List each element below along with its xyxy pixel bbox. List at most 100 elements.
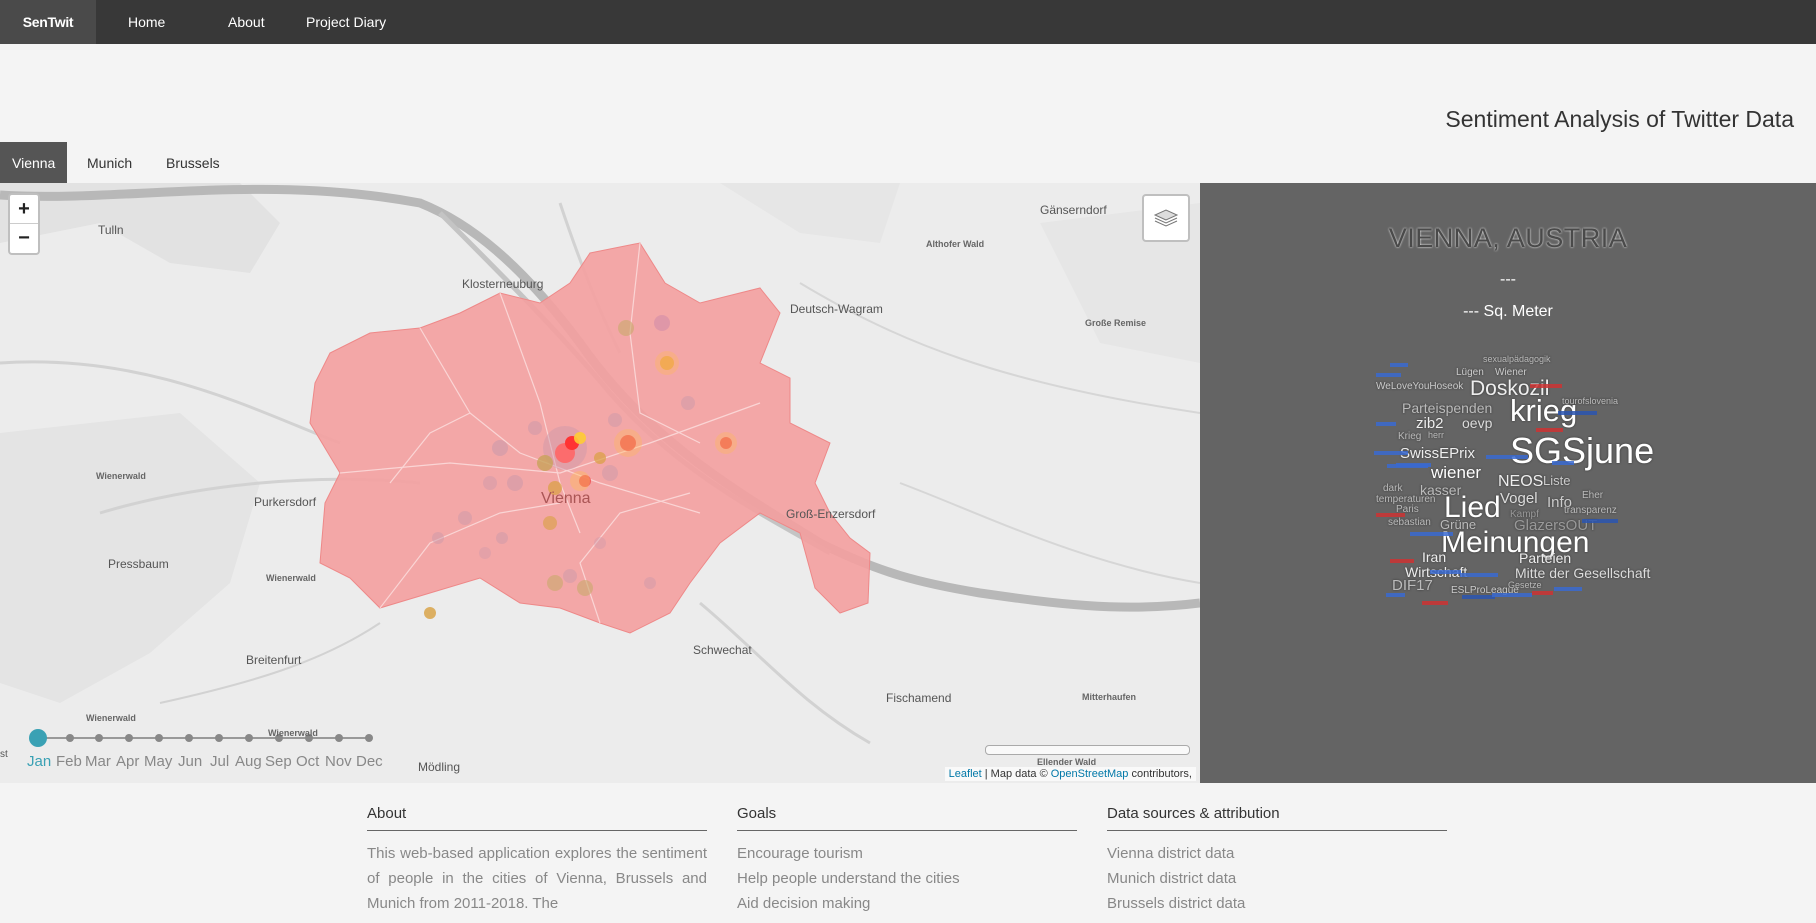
month-aug[interactable]: Aug [235,753,262,770]
word-cloud-filler [1530,384,1562,388]
word-cloud-word: Vogel [1500,490,1538,507]
month-feb[interactable]: Feb [56,753,82,770]
scale-bar [985,745,1190,755]
word-cloud-filler [1460,573,1498,577]
map[interactable]: Tulln Gänserndorf Althofer Wald Klostern… [0,183,1200,783]
word-cloud-word: Liste [1543,473,1571,488]
place-label: Wienerwald [268,728,318,738]
word-cloud-word: DIF17 [1392,577,1433,594]
word-cloud-word: Mitte der Gesellschaft [1515,565,1651,581]
data-source-link[interactable]: Brussels district data [1107,895,1447,912]
word-cloud-filler [1386,593,1405,597]
month-apr[interactable]: Apr [116,753,139,770]
word-cloud-filler [1552,461,1574,465]
month-may[interactable]: May [144,753,172,770]
word-cloud-filler [1396,463,1431,467]
word-cloud-filler [1558,411,1597,415]
osm-link[interactable]: OpenStreetMap [1051,768,1129,780]
word-cloud-filler [1536,428,1563,432]
word-cloud-word: tourofslovenia [1562,396,1619,406]
word-cloud-word: SwissEPrix [1400,445,1476,462]
place-label: Wienerwald [86,713,136,723]
word-cloud-word: transparenz [1564,505,1617,516]
word-cloud-filler [1422,601,1448,605]
word-cloud-word: Krieg [1398,431,1422,442]
word-cloud-word: sexualpädagogik [1483,354,1551,364]
place-label-vienna: Vienna [541,490,591,507]
month-jan[interactable]: Jan [27,753,51,770]
vienna-districts-overlay [309,242,871,634]
word-cloud-word: WeLoveYouHoseok [1376,381,1464,392]
footer-goal-item: Encourage tourism [737,845,863,862]
word-cloud-word: herr [1428,430,1445,440]
word-cloud-filler [1532,591,1553,595]
place-label: Ellender Wald [1037,757,1097,767]
tab-vienna[interactable]: Vienna [0,142,68,183]
word-cloud-word: Parteispenden [1402,400,1493,416]
footer-data-sources: Data sources & attribution Vienna distri… [1107,805,1447,912]
place-label: Schwechat [693,643,752,657]
navbar: SenTwit Home About Project Diary [0,0,1816,44]
place-label: Deutsch-Wagram [790,302,883,316]
zoom-out-button[interactable]: − [10,224,38,253]
map-base-layer [0,183,1200,747]
word-cloud-word: zib2 [1416,415,1444,432]
word-cloud-word: Gesetze [1508,580,1542,590]
word-cloud-word: Eher [1582,490,1604,501]
place-label: Mödling [418,760,461,774]
place-label: Mitterhaufen [1082,692,1136,702]
word-cloud-word: sebastian [1388,517,1431,528]
word-cloud-filler [1486,455,1528,459]
month-mar[interactable]: Mar [85,753,111,770]
word-cloud-word: Parteien [1519,550,1572,566]
footer-goals: Goals Encourage tourism Help people unde… [737,805,1077,912]
word-cloud-word: dark [1383,483,1403,494]
tab-munich[interactable]: Munich [75,142,144,183]
place-label: Wienerwald [266,573,316,583]
word-cloud-filler [1390,559,1414,563]
month-jun[interactable]: Jun [178,753,202,770]
month-dec[interactable]: Dec [356,753,383,770]
place-label: Klosterneuburg [462,277,544,291]
place-label: Große Remise [1085,318,1147,328]
word-cloud-filler [1462,595,1495,599]
data-source-link[interactable]: Vienna district data [1107,845,1447,862]
month-nov[interactable]: Nov [325,753,352,770]
month-oct[interactable]: Oct [296,753,319,770]
word-cloud: sexualpädagogik Lügen Wiener WeLoveYouHoseo… [1200,183,1816,783]
word-cloud-filler [1390,363,1408,367]
map-attribution: Leaflet | Map data © OpenStreetMap contr… [944,767,1196,781]
word-cloud-filler [1374,451,1408,455]
layers-button[interactable] [1142,194,1190,242]
zoom-in-button[interactable]: + [10,195,38,224]
nav-project-diary[interactable]: Project Diary [306,0,386,44]
footer-goal-item: Aid decision making [737,895,871,912]
layers-icon [1153,209,1179,227]
word-cloud-filler [1376,373,1401,377]
place-label: Purkersdorf [254,495,317,509]
place-label: Pressbaum [108,557,169,571]
place-label: Gänserndorf [1040,203,1107,217]
month-sep[interactable]: Sep [265,753,292,770]
nav-about[interactable]: About [228,0,265,44]
place-label: st [0,749,8,760]
brand-logo[interactable]: SenTwit [0,0,96,44]
footer-about-text: This web-based application explores the … [367,845,707,912]
nav-home[interactable]: Home [128,0,165,44]
place-label: Wienerwald [96,471,146,481]
place-label: Fischamend [886,691,952,705]
data-source-link[interactable]: Munich district data [1107,870,1447,887]
word-cloud-word: NEOS [1498,473,1544,490]
leaflet-link[interactable]: Leaflet [949,768,982,780]
word-cloud-filler [1430,570,1461,574]
page-title: Sentiment Analysis of Twitter Data [1445,106,1794,132]
footer-about: About This web-based application explore… [367,805,707,916]
place-label: Breitenfurt [246,653,302,667]
place-label: Groß-Enzersdorf [786,507,876,521]
footer-goals-heading: Goals [737,805,1077,831]
word-cloud-filler [1376,513,1405,517]
footer-goal-item: Help people understand the cities [737,870,960,887]
tab-brussels[interactable]: Brussels [154,142,232,183]
month-jul[interactable]: Jul [210,753,229,770]
word-cloud-word: oevp [1462,415,1493,431]
